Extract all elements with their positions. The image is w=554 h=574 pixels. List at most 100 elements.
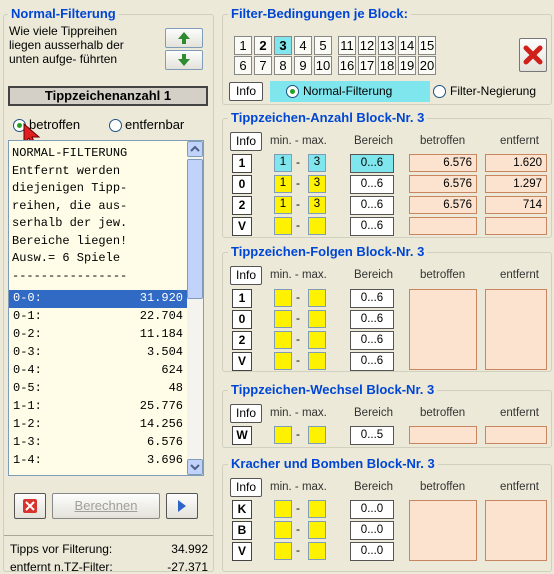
move-up-button[interactable] [165,28,203,48]
kracher-range-v[interactable]: 0...0 [350,542,394,561]
kracher-range-b[interactable]: 0...0 [350,521,394,540]
folgen-max-0[interactable] [308,310,326,328]
block-button-18[interactable]: 18 [378,56,396,75]
anzahl-range-1[interactable]: 0...6 [350,154,394,173]
anzahl-min-1[interactable]: 1 [274,154,292,172]
block-button-8[interactable]: 8 [274,56,292,75]
list-item[interactable]: 0-4: 624 [9,362,187,380]
wechsel-row-key-w[interactable]: W [232,426,252,445]
block-button-2[interactable]: 2 [254,36,272,55]
kracher-max-v[interactable] [308,542,326,560]
folgen-range-2[interactable]: 0...6 [350,331,394,350]
scroll-thumb[interactable] [187,159,203,299]
list-item[interactable]: 1-3: 6.576 [9,434,187,452]
radio-filter-negierung[interactable] [433,85,446,98]
block-button-20[interactable]: 20 [418,56,436,75]
list-item[interactable]: 0-0: 31.920 [9,290,187,308]
scroll-down-button[interactable] [187,459,203,475]
wechsel-info-button[interactable]: Info [230,404,262,423]
folgen-max-1[interactable] [308,289,326,307]
folgen-min-2[interactable] [274,331,292,349]
list-item[interactable]: 0-5: 48 [9,380,187,398]
kracher-min-k[interactable] [274,500,292,518]
list-item[interactable]: 1-2: 14.256 [9,416,187,434]
wechsel-min-w[interactable] [274,426,292,444]
folgen-min-v[interactable] [274,352,292,370]
header-bereich: Bereich [354,135,393,147]
folgen-range-0[interactable]: 0...6 [350,310,394,329]
block-button-16[interactable]: 16 [338,56,356,75]
folgen-info-button[interactable]: Info [230,266,262,285]
folgen-row-key-0[interactable]: 0 [232,310,252,329]
block-button-17[interactable]: 17 [358,56,376,75]
folgen-range-1[interactable]: 0...6 [350,289,394,308]
list-item[interactable]: 0-1: 22.704 [9,308,187,326]
block-button-12[interactable]: 12 [358,36,376,55]
anzahl-max-0[interactable]: 3 [308,175,326,193]
range-dash: - [296,311,300,325]
anzahl-range-2[interactable]: 0...6 [350,196,394,215]
cancel-button[interactable] [14,493,46,519]
folgen-max-v[interactable] [308,352,326,370]
berechnen-button[interactable]: Berechnen [52,493,160,519]
kracher-min-v[interactable] [274,542,292,560]
kracher-max-b[interactable] [308,521,326,539]
list-scrollbar[interactable] [187,141,203,475]
block-button-9[interactable]: 9 [294,56,312,75]
anzahl-row-key-1[interactable]: 1 [232,154,252,173]
anzahl-max-v[interactable] [308,217,326,235]
folgen-max-2[interactable] [308,331,326,349]
delete-block-button[interactable] [519,38,547,72]
folgen-row-key-1[interactable]: 1 [232,289,252,308]
info-text-line: ---------------- [12,268,128,283]
anzahl-min-v[interactable] [274,217,292,235]
anzahl-min-2[interactable]: 1 [274,196,292,214]
block-button-19[interactable]: 19 [398,56,416,75]
filter-info-button[interactable]: Info [229,82,263,101]
radio-entfernbar[interactable] [109,119,122,132]
kracher-min-b[interactable] [274,521,292,539]
block-button-13[interactable]: 13 [378,36,396,55]
block-button-3[interactable]: 3 [274,36,292,55]
block-button-1[interactable]: 1 [234,36,252,55]
scroll-up-button[interactable] [187,141,203,157]
anzahl-row-key-v[interactable]: V [232,217,252,236]
block-button-14[interactable]: 14 [398,36,416,55]
block-button-7[interactable]: 7 [254,56,272,75]
anzahl-max-2[interactable]: 3 [308,196,326,214]
anzahl-info-button[interactable]: Info [230,132,262,151]
anzahl-range-0[interactable]: 0...6 [350,175,394,194]
anzahl-row-key-2[interactable]: 2 [232,196,252,215]
block-button-5[interactable]: 5 [314,36,332,55]
folgen-row-key-2[interactable]: 2 [232,331,252,350]
kracher-row-key-v[interactable]: V [232,542,252,561]
anzahl-min-0[interactable]: 1 [274,175,292,193]
folgen-min-0[interactable] [274,310,292,328]
wechsel-range-w[interactable]: 0...5 [350,426,394,445]
anzahl-range-v[interactable]: 0...6 [350,217,394,236]
folgen-row-key-v[interactable]: V [232,352,252,371]
list-item[interactable]: 0-2: 11.184 [9,326,187,344]
list-item[interactable]: 1-4: 3.696 [9,452,187,470]
block-button-6[interactable]: 6 [234,56,252,75]
folgen-min-1[interactable] [274,289,292,307]
folgen-title: Tippzeichen-Folgen Block-Nr. 3 [228,244,428,259]
anzahl-row-key-0[interactable]: 0 [232,175,252,194]
radio-normal-filterung[interactable] [286,85,299,98]
wechsel-max-w[interactable] [308,426,326,444]
move-down-button[interactable] [165,50,203,70]
kracher-row-key-k[interactable]: K [232,500,252,519]
kracher-max-k[interactable] [308,500,326,518]
folgen-range-v[interactable]: 0...6 [350,352,394,371]
anzahl-max-1[interactable]: 3 [308,154,326,172]
block-button-11[interactable]: 11 [338,36,356,55]
kracher-info-button[interactable]: Info [230,478,262,497]
next-button[interactable] [166,493,198,519]
kracher-range-k[interactable]: 0...0 [350,500,394,519]
list-item[interactable]: 1-1: 25.776 [9,398,187,416]
kracher-row-key-b[interactable]: B [232,521,252,540]
block-button-15[interactable]: 15 [418,36,436,55]
block-button-4[interactable]: 4 [294,36,312,55]
block-button-10[interactable]: 10 [314,56,332,75]
list-item[interactable]: 0-3: 3.504 [9,344,187,362]
